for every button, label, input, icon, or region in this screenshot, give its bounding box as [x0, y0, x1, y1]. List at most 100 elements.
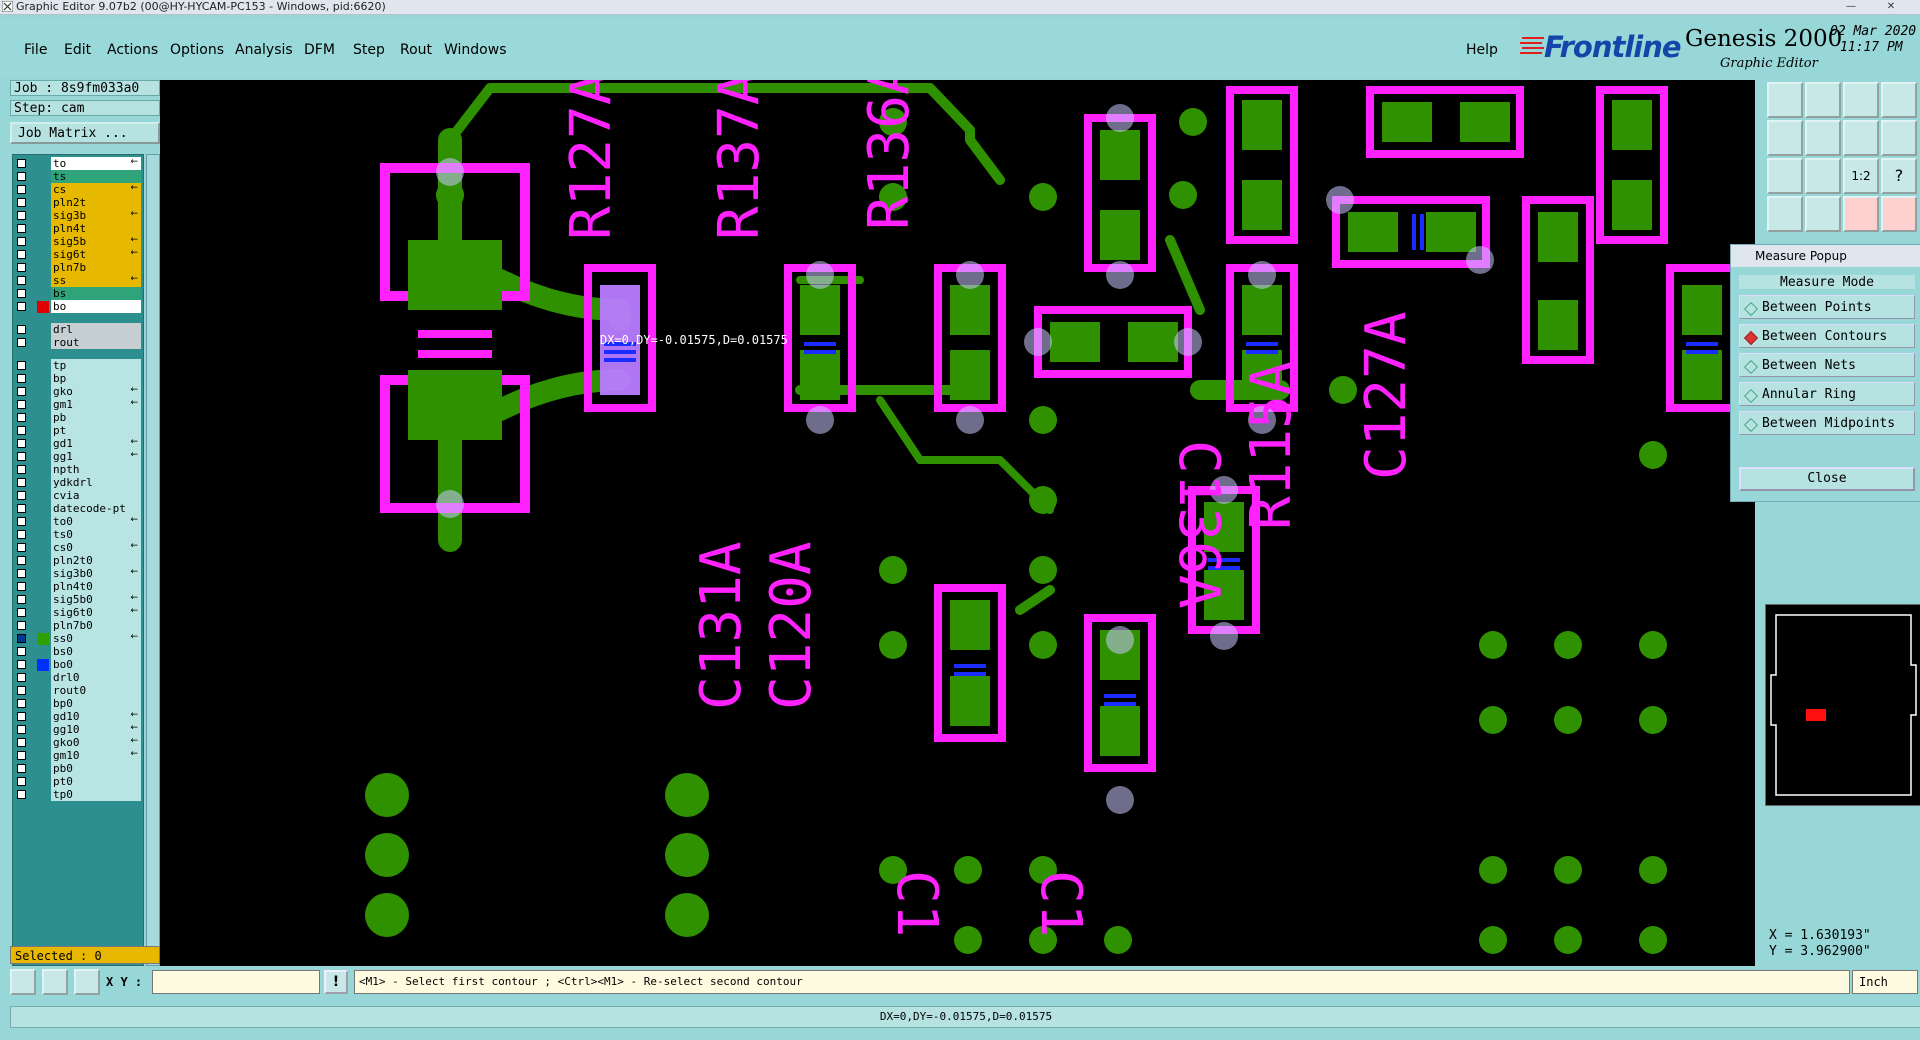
layer-checkbox[interactable]: [17, 699, 26, 708]
layer-row-gd10[interactable]: gd10 ←: [15, 710, 141, 724]
layer-name[interactable]: gm1: [51, 398, 141, 411]
grid-icon[interactable]: [1805, 196, 1841, 232]
layer-row-sig5b0[interactable]: sig5b0 ←: [15, 593, 141, 607]
layer-name[interactable]: to0: [51, 515, 141, 528]
layer-name[interactable]: ss0: [51, 632, 141, 645]
layer-name[interactable]: bs: [51, 287, 141, 300]
layer-checkbox[interactable]: [17, 198, 26, 207]
layer-name[interactable]: cs0: [51, 541, 141, 554]
layer-name[interactable]: gd10: [51, 710, 141, 723]
layer-row-bp0[interactable]: bp0: [15, 697, 141, 711]
layer-checkbox[interactable]: [17, 504, 26, 513]
net-icon[interactable]: [1843, 196, 1879, 232]
swap-icon[interactable]: [1843, 120, 1879, 156]
minimize-button[interactable]: —: [1832, 1, 1870, 13]
layer-row-bo[interactable]: bo: [15, 300, 141, 314]
layer-checkbox[interactable]: [17, 543, 26, 552]
layer-checkbox[interactable]: [17, 517, 26, 526]
layer-checkbox[interactable]: [17, 263, 26, 272]
layer-row-pln7b[interactable]: pln7b: [15, 261, 141, 275]
layer-name[interactable]: pln4t0: [51, 580, 141, 593]
layer-name[interactable]: ss: [51, 274, 141, 287]
layer-checkbox[interactable]: [17, 491, 26, 500]
layer-row-drl0[interactable]: drl0: [15, 671, 141, 685]
layer-checkbox[interactable]: [17, 237, 26, 246]
layer-checkbox[interactable]: [17, 725, 26, 734]
layer-checkbox[interactable]: [17, 738, 26, 747]
menu-actions[interactable]: Actions: [107, 42, 158, 58]
layer-checkbox[interactable]: [17, 289, 26, 298]
layer-name[interactable]: bp0: [51, 697, 141, 710]
layer-row-pln2t[interactable]: pln2t: [15, 196, 141, 210]
layer-row-ts0[interactable]: ts0: [15, 528, 141, 542]
pan-right-button[interactable]: [1805, 120, 1841, 156]
layer-name[interactable]: ts0: [51, 528, 141, 541]
layer-checkbox[interactable]: [17, 621, 26, 630]
grid-snap-icon[interactable]: [74, 969, 100, 995]
ortho-icon[interactable]: [10, 969, 36, 995]
layer-checkbox[interactable]: [17, 647, 26, 656]
help-icon[interactable]: ?: [1881, 158, 1917, 194]
menu-file[interactable]: File: [24, 42, 47, 58]
layer-name[interactable]: sig3b: [51, 209, 141, 222]
layer-row-rout[interactable]: rout: [15, 336, 141, 350]
layer-checkbox[interactable]: [17, 686, 26, 695]
close-window-button[interactable]: ✕: [1872, 1, 1910, 13]
layer-row-rout0[interactable]: rout0: [15, 684, 141, 698]
layer-name[interactable]: sig6t: [51, 248, 141, 261]
layer-row-pln4t[interactable]: pln4t: [15, 222, 141, 236]
layer-name[interactable]: gko: [51, 385, 141, 398]
layer-checkbox[interactable]: [17, 338, 26, 347]
layer-name[interactable]: pln4t: [51, 222, 141, 235]
layer-row-gm10[interactable]: gm10 ←: [15, 749, 141, 763]
close-button[interactable]: Close: [1739, 467, 1915, 491]
mode-between-contours[interactable]: Between Contours: [1739, 324, 1915, 348]
layer-name[interactable]: tp0: [51, 788, 141, 801]
menu-options[interactable]: Options: [170, 42, 224, 58]
layer-row-ts[interactable]: ts: [15, 170, 141, 184]
layer-row-ss[interactable]: ss ←: [15, 274, 141, 288]
layer-checkbox[interactable]: [17, 374, 26, 383]
layer-name[interactable]: rout0: [51, 684, 141, 697]
layer-row-pln4t0[interactable]: pln4t0: [15, 580, 141, 594]
layer-name[interactable]: sig5b0: [51, 593, 141, 606]
layer-checkbox[interactable]: [17, 790, 26, 799]
layer-name[interactable]: pln7b: [51, 261, 141, 274]
layer-row-pb0[interactable]: pb0: [15, 762, 141, 776]
layer-row-bs0[interactable]: bs0: [15, 645, 141, 659]
layer-name[interactable]: pb0: [51, 762, 141, 775]
layer-checkbox[interactable]: [17, 777, 26, 786]
layer-checkbox[interactable]: [17, 465, 26, 474]
layer-checkbox[interactable]: [17, 426, 26, 435]
layer-row-bp[interactable]: bp: [15, 372, 141, 386]
pan-icon[interactable]: [1881, 82, 1917, 118]
layer-name[interactable]: bp: [51, 372, 141, 385]
job-matrix-button[interactable]: Job Matrix ...: [10, 122, 160, 144]
layer-row-gko[interactable]: gko ←: [15, 385, 141, 399]
layer-checkbox[interactable]: [17, 582, 26, 591]
layer-checkbox[interactable]: [17, 556, 26, 565]
zoom-home-button[interactable]: [1767, 82, 1803, 118]
layer-row-to0[interactable]: to0 ←: [15, 515, 141, 529]
layer-checkbox[interactable]: [17, 751, 26, 760]
layer-name[interactable]: gd1: [51, 437, 141, 450]
layer-checkbox[interactable]: [17, 595, 26, 604]
layer-name[interactable]: bo0: [51, 658, 141, 671]
layer-row-pb[interactable]: pb: [15, 411, 141, 425]
layer-checkbox[interactable]: [17, 660, 26, 669]
layer-name[interactable]: sig6t0: [51, 606, 141, 619]
menu-help[interactable]: Help: [1466, 42, 1498, 58]
layer-name[interactable]: tp: [51, 359, 141, 372]
layer-checkbox[interactable]: [17, 608, 26, 617]
layer-checkbox[interactable]: [17, 185, 26, 194]
layer-row-bo0[interactable]: bo0: [15, 658, 141, 672]
layer-checkbox[interactable]: [17, 439, 26, 448]
mode-between-nets[interactable]: Between Nets: [1739, 353, 1915, 377]
layer-name[interactable]: to: [51, 157, 141, 170]
layer-name[interactable]: bo: [51, 300, 141, 313]
layer-checkbox[interactable]: [17, 634, 26, 643]
layer-row-to[interactable]: to ←: [15, 157, 141, 171]
layer-name[interactable]: pln2t: [51, 196, 141, 209]
layer-row-gko0[interactable]: gko0 ←: [15, 736, 141, 750]
alert-icon[interactable]: !: [324, 970, 348, 994]
